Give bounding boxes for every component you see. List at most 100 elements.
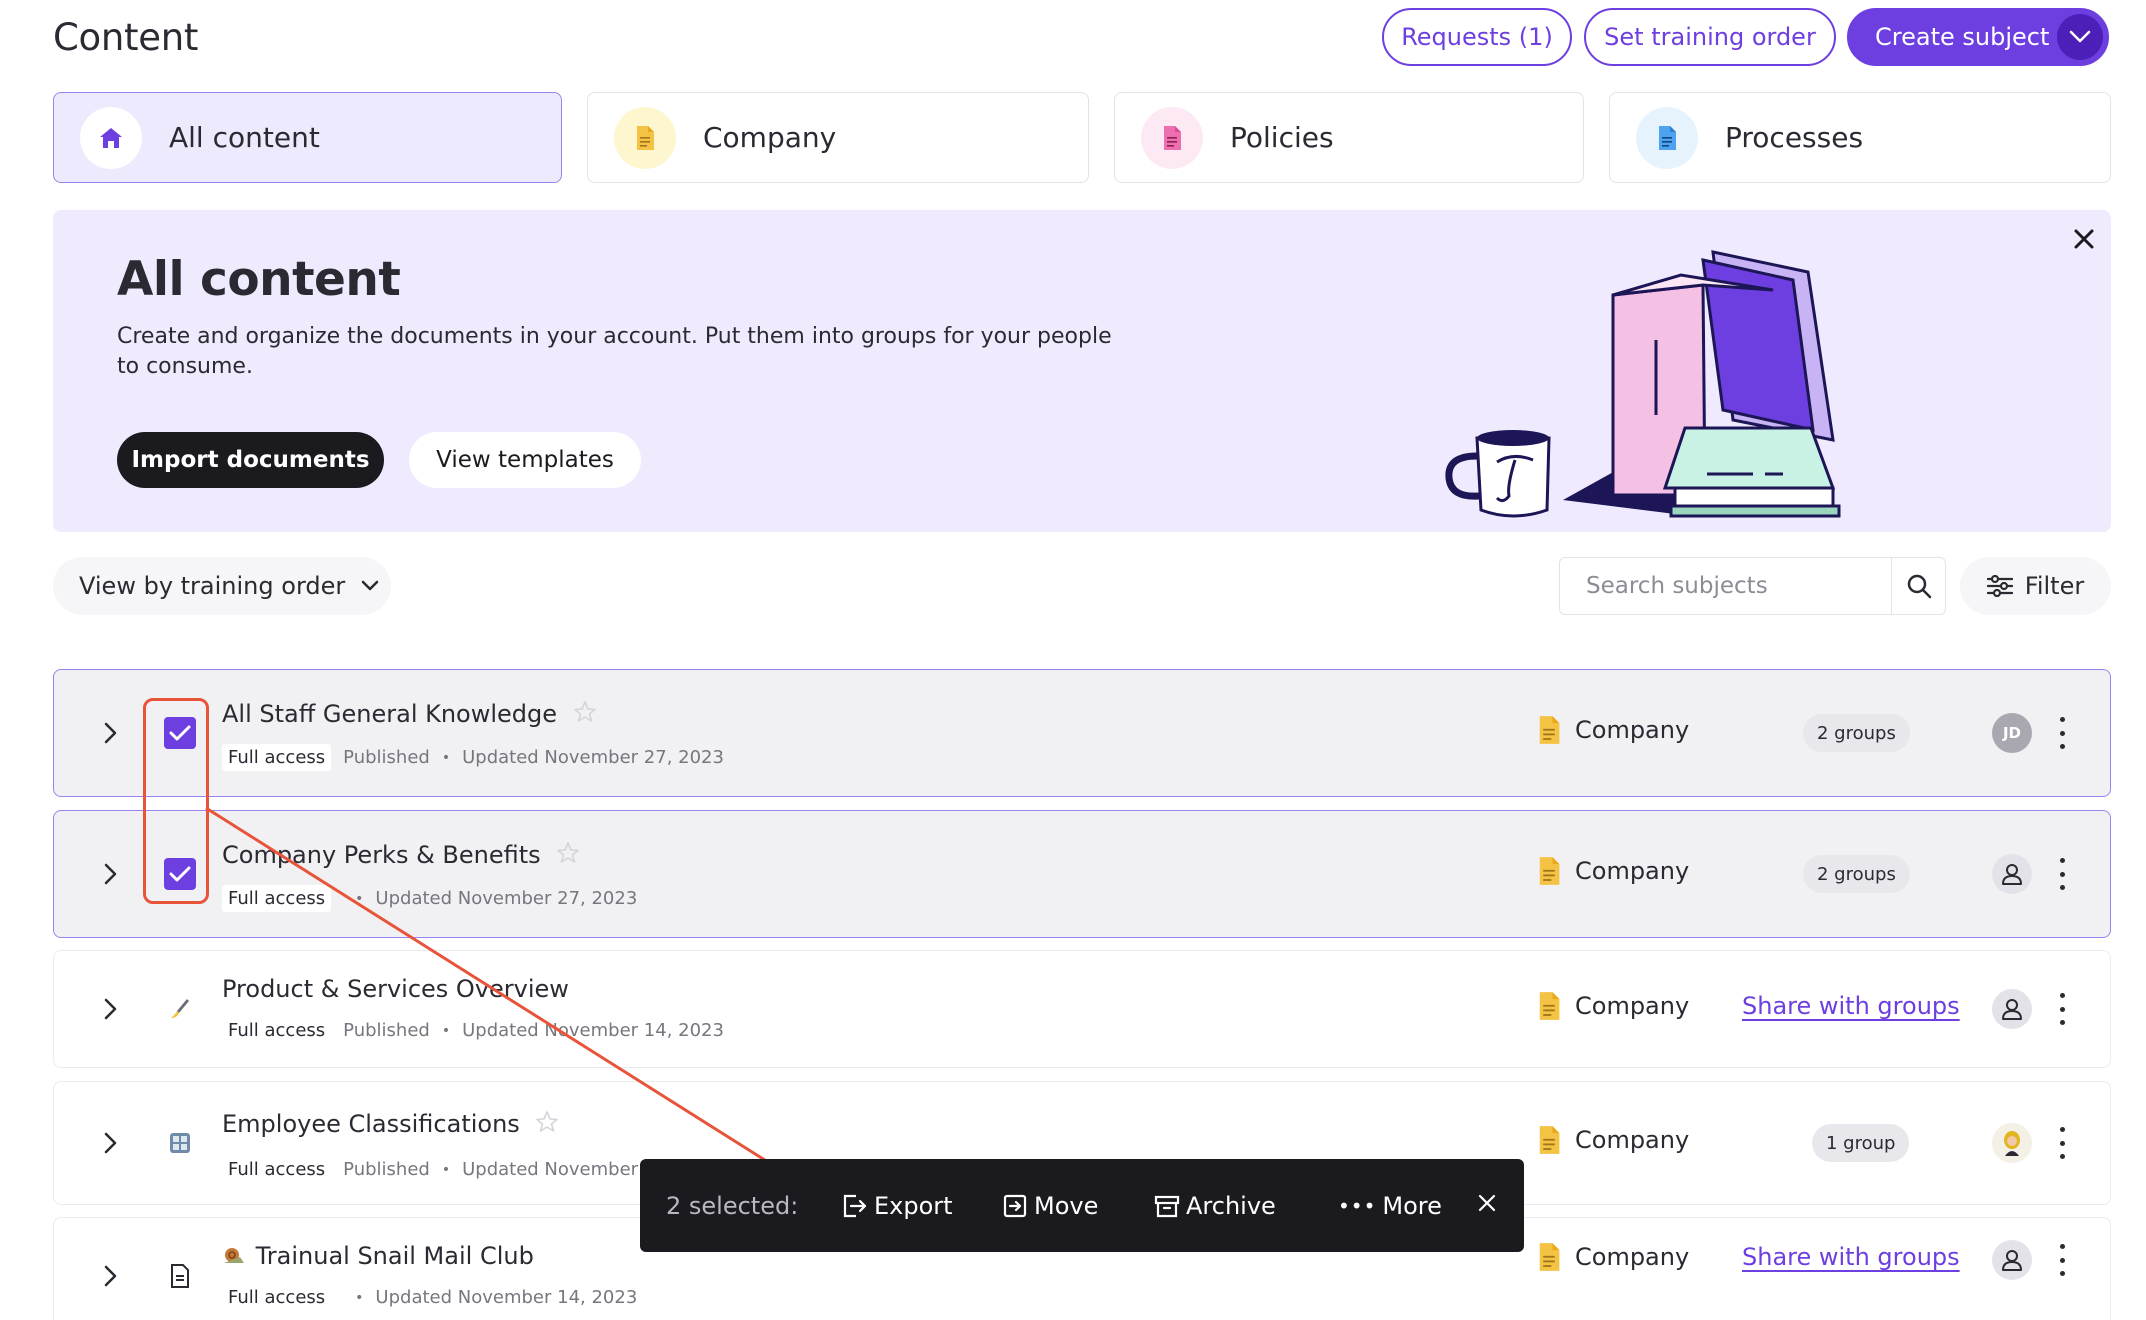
subject-label: Company (1575, 992, 1690, 1020)
star-icon[interactable] (535, 1110, 559, 1134)
status-text: Published (343, 747, 430, 768)
row-name[interactable]: Trainual Snail Mail Club (222, 1242, 534, 1270)
requests-button[interactable]: Requests (1) (1382, 8, 1572, 66)
more-actions-button[interactable]: ••• More (1338, 1192, 1442, 1220)
sliders-icon (1986, 575, 2013, 597)
move-icon (1003, 1194, 1027, 1217)
row-name[interactable]: Employee Classifications (222, 1110, 559, 1138)
user-icon[interactable] (1992, 989, 2032, 1029)
row-name[interactable]: Company Perks & Benefits (222, 841, 580, 869)
more-horizontal-icon: ••• (1338, 1193, 1377, 1218)
row-meta: Full access • Updated November 14, 2023 (222, 1284, 637, 1311)
chevron-down-icon (362, 580, 379, 591)
close-icon[interactable] (1476, 1192, 1498, 1220)
archive-button[interactable]: Archive (1154, 1192, 1276, 1220)
groups-badge[interactable]: 2 groups (1803, 855, 1910, 893)
more-vertical-icon[interactable] (2054, 858, 2070, 890)
updated-text: Updated November 14, 2023 (375, 1287, 638, 1308)
groups-badge[interactable]: 1 group (1812, 1124, 1910, 1162)
export-button[interactable]: Export (840, 1192, 953, 1220)
page-title: Content (53, 16, 199, 59)
document-icon (1539, 992, 1560, 1020)
chevron-right-icon[interactable] (96, 1129, 124, 1157)
updated-text: Updated November 14, 2023 (462, 1020, 724, 1041)
chevron-down-icon[interactable] (2057, 14, 2103, 60)
tab-label: All content (169, 121, 320, 154)
updated-text: Updated November 27, 2023 (462, 747, 724, 768)
subject-tag: Company (1537, 1242, 1689, 1272)
updated-text: Updated November 27, 2023 (375, 888, 638, 909)
document-icon (1539, 716, 1560, 744)
tab-label: Company (703, 121, 837, 154)
chevron-right-icon[interactable] (96, 719, 124, 747)
tab-policies[interactable]: Policies (1114, 92, 1584, 183)
filter-button[interactable]: Filter (1960, 557, 2111, 615)
more-vertical-icon[interactable] (2054, 1127, 2070, 1159)
books-mug-illustration (1445, 250, 1841, 518)
move-button[interactable]: Move (1002, 1192, 1098, 1220)
star-icon[interactable] (573, 700, 597, 724)
user-icon[interactable] (1992, 854, 2032, 894)
table-row[interactable]: Company Perks & Benefits Full access • U… (53, 810, 2111, 938)
filter-label: Filter (2024, 572, 2085, 600)
tab-label: Policies (1230, 121, 1334, 154)
separator: • (355, 890, 364, 907)
create-subject-button[interactable]: Create subject (1847, 8, 2109, 66)
selected-count: 2 selected: (666, 1191, 799, 1220)
export-label: Export (874, 1191, 953, 1220)
search-subjects[interactable]: Search subjects (1559, 557, 1946, 615)
document-icon (614, 106, 676, 169)
row-meta: Full access Published • Updated November… (222, 1017, 724, 1044)
chevron-right-icon[interactable] (96, 1262, 124, 1290)
home-icon (80, 106, 142, 169)
user-icon[interactable] (1992, 1240, 2032, 1280)
row-name[interactable]: Product & Services Overview (222, 975, 569, 1003)
subject-label: Company (1575, 716, 1690, 744)
share-with-groups-link[interactable]: Share with groups (1742, 992, 1960, 1020)
create-subject-label: Create subject (1875, 23, 2050, 51)
document-icon (1141, 106, 1203, 169)
view-by-label: View by training order (79, 572, 346, 600)
avatar[interactable]: JD (1992, 713, 2032, 753)
subject-label: Company (1575, 1243, 1690, 1271)
tab-processes[interactable]: Processes (1609, 92, 2111, 183)
more-vertical-icon[interactable] (2054, 717, 2070, 749)
table-row[interactable]: Product & Services Overview Full access … (53, 950, 2111, 1068)
star-icon[interactable] (556, 841, 580, 865)
subject-label: Company (1575, 1126, 1690, 1154)
chevron-right-icon[interactable] (96, 860, 124, 888)
import-documents-button[interactable]: Import documents (117, 432, 384, 488)
document-icon (1539, 857, 1560, 885)
search-input[interactable]: Search subjects (1560, 573, 1891, 599)
status-text: Published (343, 1159, 430, 1180)
subject-tag: Company (1537, 991, 1689, 1021)
view-templates-button[interactable]: View templates (409, 432, 641, 488)
tab-company[interactable]: Company (587, 92, 1089, 183)
separator: • (441, 749, 451, 766)
document-icon (1636, 106, 1698, 169)
set-training-order-button[interactable]: Set training order (1584, 8, 1836, 66)
groups-badge[interactable]: 2 groups (1803, 714, 1910, 752)
banner-title: All content (117, 252, 401, 307)
row-name[interactable]: All Staff General Knowledge (222, 700, 597, 728)
chevron-right-icon[interactable] (96, 995, 124, 1023)
row-name-text: Trainual Snail Mail Club (255, 1242, 534, 1270)
access-badge: Full access (222, 885, 332, 912)
paintbrush-icon (164, 993, 196, 1025)
separator: • (441, 1022, 451, 1039)
table-row[interactable]: All Staff General Knowledge Full access … (53, 669, 2111, 797)
bulk-action-toolbar: 2 selected: Export Move Archive ••• More (640, 1159, 1524, 1252)
view-by-select[interactable]: View by training order (53, 557, 391, 615)
close-icon[interactable] (2069, 224, 2099, 254)
tab-all-content[interactable]: All content (53, 92, 562, 183)
move-label: Move (1034, 1191, 1099, 1220)
snail-icon (224, 1248, 244, 1263)
search-icon[interactable] (1891, 558, 1945, 614)
more-vertical-icon[interactable] (2054, 993, 2070, 1025)
subject-tag: Company (1537, 856, 1689, 886)
avatar[interactable] (1992, 1123, 2032, 1163)
document-icon (1539, 1243, 1560, 1271)
row-name-text: Employee Classifications (222, 1110, 520, 1138)
share-with-groups-link[interactable]: Share with groups (1742, 1243, 1960, 1271)
more-vertical-icon[interactable] (2054, 1244, 2070, 1276)
